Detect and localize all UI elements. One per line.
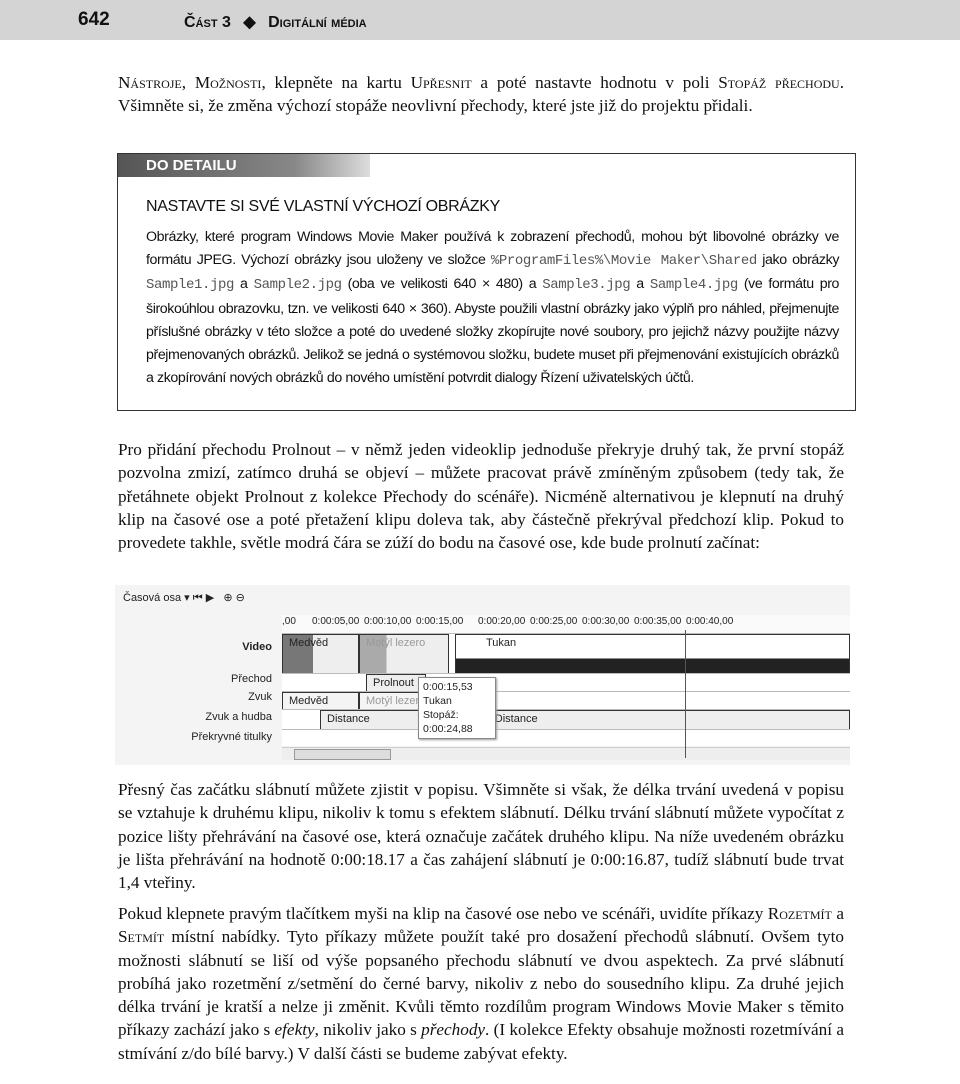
titles-track [282, 729, 850, 746]
playback-indicator[interactable] [685, 630, 686, 758]
paragraph-1: Nástroje, Možnosti, klepněte na kartu Up… [118, 71, 844, 118]
timeline-screenshot: Časová osa ▾ ⏮ ▶ ⊕ ⊖ ,00 0:00:05,00 0:00:1… [115, 585, 850, 765]
emphasis: přechody [421, 1020, 486, 1040]
text: a poté nastavte hodnotu v poli [471, 73, 719, 92]
horizontal-scrollbar[interactable] [282, 747, 850, 760]
tooltip-time: 0:00:15,53 [423, 681, 473, 693]
text: , nikoliv jako s [314, 1020, 422, 1040]
box-title: NASTAVTE SI SVÉ VLASTNÍ VÝCHOZÍ OBRÁZKY [146, 198, 501, 215]
ruler-tick: 0:00:10,00 [364, 616, 412, 627]
part-label: Část 3 [184, 14, 231, 31]
video-clip[interactable]: Medvěd [282, 634, 359, 674]
zoom-out-icon[interactable]: ⊖ [236, 592, 245, 604]
video-track: Medvěd Motýl lezero Tukan [282, 633, 850, 674]
ruler-tick: 0:00:25,00 [530, 616, 578, 627]
ruler-tick: 0:00:20,00 [478, 616, 526, 627]
code-path: %ProgramFiles%\Movie Maker\Shared [490, 253, 757, 270]
audio-clip[interactable]: Medvěd [282, 692, 359, 710]
text: (oba ve velikosti 640 × 480) a [341, 276, 543, 293]
paragraph-4: Pokud klepnete pravým tlačítkem myši na … [118, 902, 844, 1065]
play-icon[interactable]: ▶ [206, 592, 214, 604]
music-clip[interactable]: Distance Distance [320, 710, 850, 730]
ruler-tick: 0:00:30,00 [582, 616, 630, 627]
paragraph-3: Přesný čas začátku slábnutí můžete zjist… [118, 780, 844, 893]
ruler-tick: 0:00:40,00 [686, 616, 734, 627]
track-label-transition: Přechod [231, 673, 272, 685]
page-number: 642 [78, 9, 110, 30]
text: , klepněte na kartu [261, 73, 411, 92]
sidebar-box: DO DETAILU NASTAVTE SI SVÉ VLASTNÍ VÝCHO… [117, 153, 856, 411]
chapter-label: Digitální média [268, 14, 367, 31]
text: Pokud klepnete pravým tlačítkem myši na … [118, 904, 768, 923]
diamond-icon: ◆ [243, 14, 256, 31]
text: jako obrázky [756, 252, 840, 269]
time-ruler[interactable]: ,00 0:00:05,00 0:00:10,00 0:00:15,00 0:00:20… [282, 615, 850, 634]
code-file: Sample2.jpg [253, 277, 342, 294]
box-body: Obrázky, které program Windows Movie Mak… [146, 226, 839, 390]
timeline-toolbar: Časová osa ▾ ⏮ ▶ ⊕ ⊖ [123, 591, 245, 605]
tooltip-duration: Stopáž: 0:00:24,88 [423, 709, 473, 735]
transition-track: Prolnout [282, 673, 850, 692]
track-label-music: Zvuk a hudba [205, 711, 272, 723]
tab-ref: Upřesnit [410, 73, 472, 92]
zoom-in-icon[interactable]: ⊕ [223, 592, 232, 604]
running-header: 642 Část 3 ◆ Digitální média [0, 0, 960, 40]
ruler-tick: 0:00:15,00 [416, 616, 464, 627]
command-ref: Rozetmít [767, 904, 832, 923]
transition-clip[interactable]: Prolnout [366, 674, 426, 692]
code-file: Sample3.jpg [542, 277, 631, 294]
scrollbar-thumb[interactable] [294, 749, 391, 760]
music-label: Distance [494, 713, 538, 725]
video-clip[interactable]: Motýl lezero [359, 634, 449, 674]
text: a [630, 276, 650, 293]
chevron-down-icon[interactable]: ▾ [184, 592, 190, 604]
ruler-tick: ,00 [282, 616, 296, 627]
box-tag: DO DETAILU [118, 154, 370, 177]
command-ref: Setmít [118, 927, 165, 947]
code-file: Sample4.jpg [649, 277, 738, 294]
track-label-audio: Zvuk [248, 691, 272, 703]
ruler-tick: 0:00:35,00 [634, 616, 682, 627]
tooltip-name: Tukan [423, 695, 452, 707]
music-label: Distance [327, 713, 370, 725]
emphasis: efekty [274, 1020, 315, 1040]
audio-track: Medvěd Motýl lezero [282, 691, 850, 710]
clip-tooltip: 0:00:15,53 Tukan Stopáž: 0:00:24,88 [418, 677, 496, 739]
rewind-icon[interactable]: ⏮ [193, 592, 203, 604]
track-label-titles: Překryvné titulky [191, 731, 272, 743]
text: a [234, 276, 254, 293]
field-ref: Stopáž přechodu [718, 73, 840, 92]
code-file: Sample1.jpg [146, 277, 235, 294]
video-clip-selected[interactable]: Tukan [455, 634, 850, 674]
menu-ref: Nástroje, Možnosti [118, 73, 262, 92]
ruler-tick: 0:00:05,00 [312, 616, 360, 627]
text: a [831, 904, 844, 923]
music-track: Distance Distance [282, 709, 850, 730]
running-title: Část 3 ◆ Digitální média [184, 12, 367, 32]
paragraph-2: Pro přidání přechodu Prolnout – v němž j… [118, 440, 844, 553]
timeline-dropdown[interactable]: Časová osa [123, 592, 181, 604]
track-label-video: Video [242, 641, 272, 653]
